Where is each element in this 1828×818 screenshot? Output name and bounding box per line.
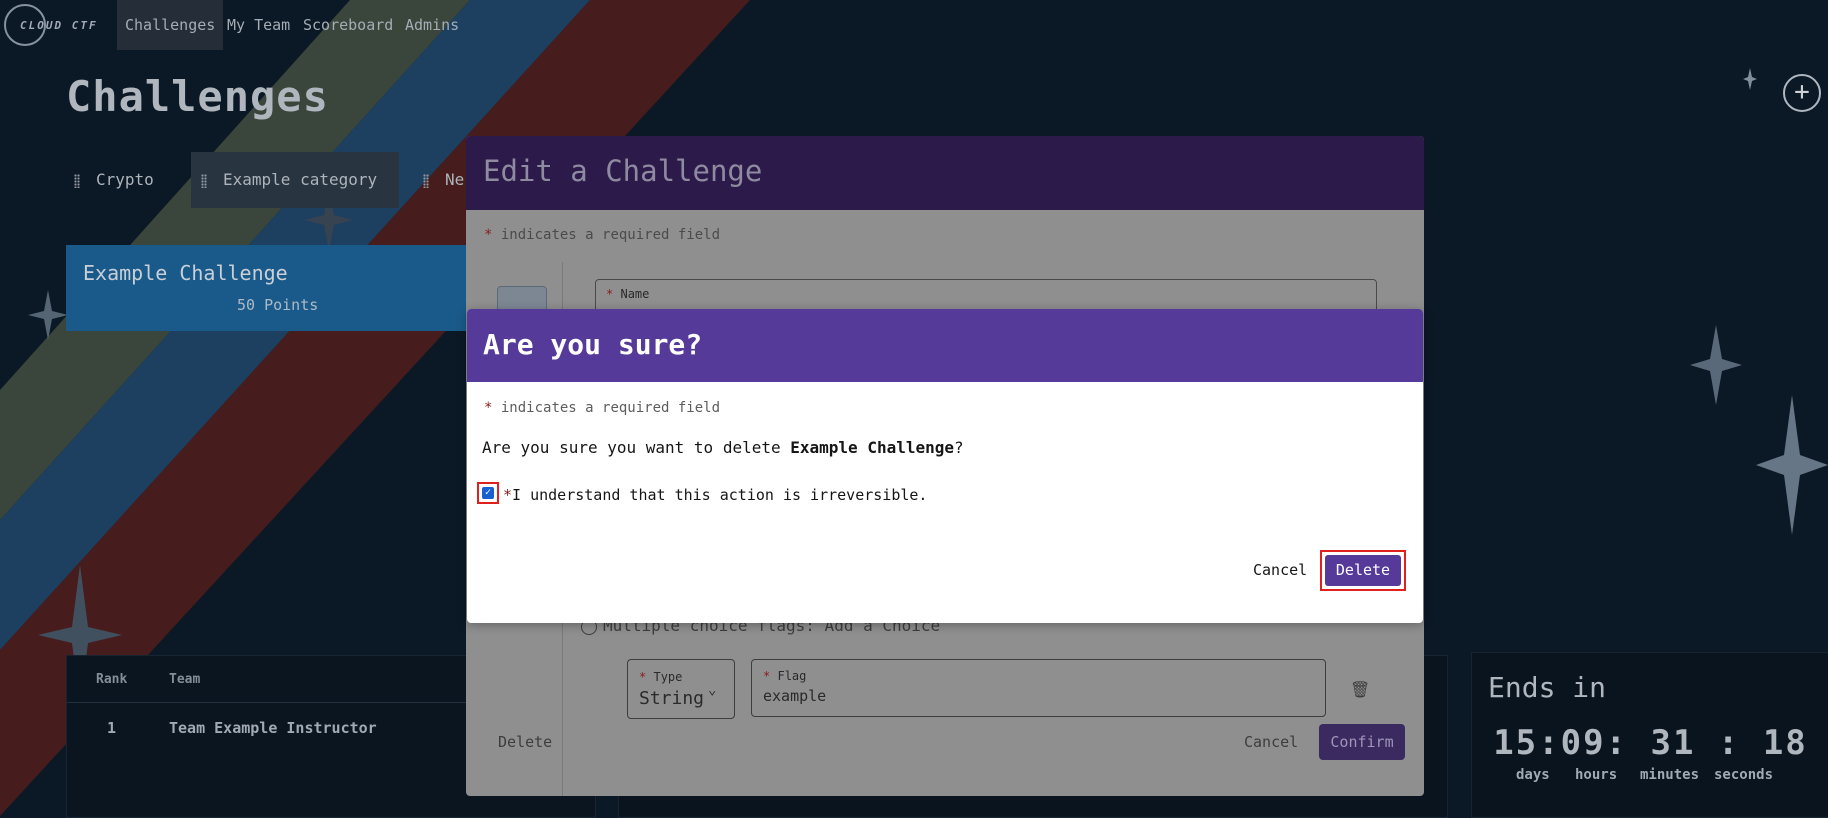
confirm-delete-button[interactable]: Delete xyxy=(1325,555,1401,586)
checkmark-icon: ✓ xyxy=(482,487,494,499)
confirm-dialog-title: Are you sure? xyxy=(483,328,703,361)
edit-cancel-button[interactable]: Cancel xyxy=(1244,733,1298,751)
required-note: * indicates a required field xyxy=(484,400,721,416)
confirm-cancel-button[interactable]: Cancel xyxy=(1253,561,1307,579)
flag-value: example xyxy=(763,687,827,705)
trash-icon[interactable]: 🗑 xyxy=(1350,680,1370,699)
type-select[interactable]: * Type String ⌄ xyxy=(627,659,735,719)
flag-label: * Flag xyxy=(763,669,807,683)
confirm-delete-highlight: Delete xyxy=(1320,550,1406,591)
edit-delete-button[interactable]: Delete xyxy=(498,733,552,751)
confirm-message: Are you sure you want to delete Example … xyxy=(482,438,964,457)
edit-modal-title: Edit a Challenge xyxy=(483,154,763,188)
confirm-dialog-header: Are you sure? xyxy=(467,309,1423,382)
name-label: * Name xyxy=(606,287,650,301)
irreversible-checkbox-label[interactable]: *I understand that this action is irreve… xyxy=(503,486,927,504)
required-note: * indicates a required field xyxy=(484,227,721,243)
flag-field[interactable]: * Flag example xyxy=(751,659,1326,717)
irreversible-checkbox[interactable]: ✓ xyxy=(477,482,499,504)
confirm-delete-dialog: Are you sure? * indicates a required fie… xyxy=(467,309,1423,623)
type-label: * Type xyxy=(639,670,683,684)
edit-modal-header: Edit a Challenge xyxy=(466,136,1424,210)
type-value: String xyxy=(639,688,705,709)
chevron-down-icon: ⌄ xyxy=(708,682,717,698)
edit-confirm-button[interactable]: Confirm xyxy=(1319,724,1405,760)
